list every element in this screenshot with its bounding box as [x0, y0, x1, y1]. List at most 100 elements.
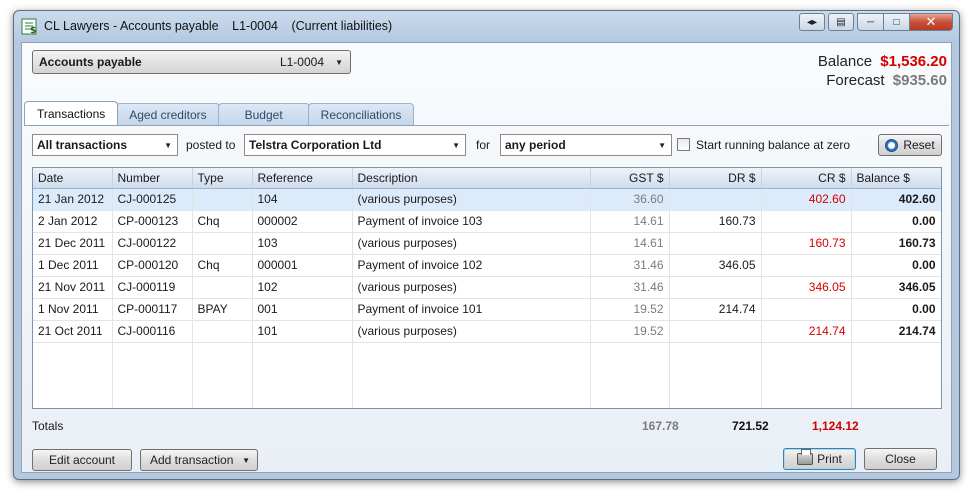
forecast-value: $935.60 — [892, 72, 947, 89]
tab-reconciliations[interactable]: Reconciliations — [307, 103, 415, 125]
col-dr[interactable]: DR $ — [669, 168, 762, 189]
cell-type: Chq — [192, 254, 253, 277]
transaction-filter-select[interactable]: All transactions ▼ — [32, 134, 178, 156]
period-select[interactable]: any period ▼ — [500, 134, 672, 156]
cell-cr: 402.60 — [761, 188, 852, 211]
title-group: (Current liabilities) — [291, 19, 393, 33]
list-view-icon[interactable]: ▤ — [828, 13, 854, 31]
contact-select[interactable]: Telstra Corporation Ltd ▼ — [244, 134, 466, 156]
cell-dr — [669, 232, 762, 255]
cell-description: Payment of invoice 101 — [352, 298, 591, 321]
tab-aged-creditors[interactable]: Aged creditors — [116, 103, 220, 125]
cell-reference: 104 — [252, 188, 353, 211]
cell-type: BPAY — [192, 298, 253, 321]
print-button[interactable]: Print — [783, 448, 856, 470]
cell-balance: 214.74 — [851, 320, 941, 343]
col-number[interactable]: Number — [112, 168, 193, 189]
col-description[interactable]: Description — [352, 168, 591, 189]
cell-number: CJ-000116 — [112, 320, 193, 343]
cell-dr — [669, 188, 762, 211]
edit-account-button[interactable]: Edit account — [32, 449, 132, 471]
table-row[interactable]: 2 Jan 2012 CP-000123 Chq 000002 Payment … — [33, 210, 941, 233]
window-controls: ◂▸ ▤ ─ □ ✕ — [799, 13, 953, 31]
cell-dr: 346.05 — [669, 254, 762, 277]
totals-dr: 721.52 — [732, 419, 769, 433]
cell-balance: 0.00 — [851, 210, 941, 233]
chevron-down-icon: ▼ — [335, 57, 343, 67]
account-code: L1-0004 — [279, 55, 324, 69]
add-transaction-button[interactable]: Add transaction ▼ — [140, 449, 258, 471]
navigate-icon[interactable]: ◂▸ — [799, 13, 825, 31]
table-row[interactable]: 21 Dec 2011 CJ-000122 103 (various purpo… — [33, 232, 941, 255]
totals-label: Totals — [32, 419, 64, 433]
table-row[interactable]: 21 Oct 2011 CJ-000116 101 (various purpo… — [33, 320, 941, 343]
table-empty-space — [33, 342, 941, 408]
cell-cr: 160.73 — [761, 232, 852, 255]
cell-description: (various purposes) — [352, 276, 591, 299]
cell-type — [192, 276, 253, 299]
account-selector[interactable]: Accounts payable L1-0004 ▼ — [32, 50, 351, 74]
cell-reference: 103 — [252, 232, 353, 255]
title-bar[interactable]: $ CL Lawyers - Accounts payable L1-0004 … — [14, 11, 959, 41]
col-type[interactable]: Type — [192, 168, 253, 189]
cell-reference: 000001 — [252, 254, 353, 277]
col-balance[interactable]: Balance $ — [851, 168, 941, 189]
transactions-table[interactable]: Date Number Type Reference Description G… — [32, 167, 942, 409]
for-label: for — [476, 138, 491, 152]
totals-row: Totals 167.78 721.52 1,124.12 — [32, 419, 942, 435]
cell-dr — [669, 276, 762, 299]
cell-cr: 214.74 — [761, 320, 852, 343]
chevron-down-icon: ▼ — [452, 140, 460, 150]
close-button[interactable]: Close — [864, 448, 937, 470]
tab-transactions[interactable]: Transactions — [24, 101, 119, 125]
col-reference[interactable]: Reference — [252, 168, 353, 189]
table-header: Date Number Type Reference Description G… — [33, 168, 941, 189]
cell-gst: 19.52 — [590, 298, 670, 321]
cell-gst: 14.61 — [590, 210, 670, 233]
cell-date: 21 Oct 2011 — [33, 320, 113, 343]
cell-balance: 0.00 — [851, 298, 941, 321]
cell-number: CP-000120 — [112, 254, 193, 277]
close-window-button[interactable]: ✕ — [909, 13, 953, 31]
table-row[interactable]: 21 Jan 2012 CJ-000125 104 (various purpo… — [33, 188, 941, 211]
col-date[interactable]: Date — [33, 168, 113, 189]
cell-dr — [669, 320, 762, 343]
print-label: Print — [817, 452, 842, 466]
title-app: CL Lawyers - Accounts payable — [44, 19, 219, 33]
cell-gst: 36.60 — [590, 188, 670, 211]
running-balance-checkbox[interactable] — [677, 138, 690, 151]
ledger-app-icon: $ — [21, 18, 37, 35]
cell-dr: 214.74 — [669, 298, 762, 321]
maximize-button[interactable]: □ — [883, 13, 909, 31]
contact-value: Telstra Corporation Ltd — [249, 138, 382, 152]
transaction-filter-value: All transactions — [37, 138, 128, 152]
add-transaction-label: Add transaction — [150, 453, 234, 467]
cell-number: CJ-000125 — [112, 188, 193, 211]
chevron-down-icon: ▼ — [658, 140, 666, 150]
cell-date: 1 Nov 2011 — [33, 298, 113, 321]
cell-date: 1 Dec 2011 — [33, 254, 113, 277]
tab-budget[interactable]: Budget — [217, 103, 310, 125]
reset-button[interactable]: Reset — [878, 134, 942, 156]
table-row[interactable]: 1 Nov 2011 CP-000117 BPAY 001 Payment of… — [33, 298, 941, 321]
forecast-label: Forecast — [826, 72, 885, 89]
reset-label: Reset — [903, 138, 935, 152]
window-title: CL Lawyers - Accounts payable L1-0004 (C… — [44, 19, 402, 33]
cell-balance: 160.73 — [851, 232, 941, 255]
col-gst[interactable]: GST $ — [590, 168, 670, 189]
cell-reference: 001 — [252, 298, 353, 321]
cell-cr — [761, 298, 852, 321]
balance-value: $1,536.20 — [880, 53, 947, 70]
totals-gst: 167.78 — [642, 419, 679, 433]
cell-balance: 402.60 — [851, 188, 941, 211]
refresh-icon — [885, 138, 899, 152]
cell-number: CJ-000119 — [112, 276, 193, 299]
balance-summary: Balance $1,536.20 Forecast $935.60 — [731, 53, 951, 91]
col-cr[interactable]: CR $ — [761, 168, 852, 189]
cell-dr: 160.73 — [669, 210, 762, 233]
chevron-down-icon: ▼ — [164, 140, 172, 150]
cell-cr — [761, 254, 852, 277]
table-row[interactable]: 1 Dec 2011 CP-000120 Chq 000001 Payment … — [33, 254, 941, 277]
minimize-button[interactable]: ─ — [857, 13, 883, 31]
table-row[interactable]: 21 Nov 2011 CJ-000119 102 (various purpo… — [33, 276, 941, 299]
